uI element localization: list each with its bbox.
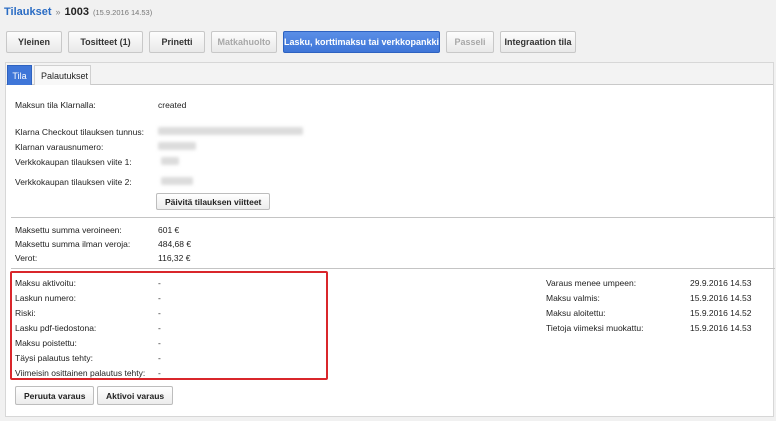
subtab-tila[interactable]: Tila — [7, 65, 32, 85]
klarna-status-label: Maksun tila Klarnalla: — [15, 100, 96, 110]
reservation-number-redacted — [158, 142, 196, 150]
content-panel: Tila Palautukset Maksun tila Klarnalla: … — [5, 62, 775, 417]
payment-ready-value: 15.9.2016 14.53 — [690, 293, 752, 303]
reservation-number-label: Klarnan varausnumero: — [15, 142, 104, 152]
risk-label: Riski: — [15, 308, 36, 318]
activate-reservation-button[interactable]: Aktivoi varaus — [97, 386, 174, 405]
payment-ready-label: Maksu valmis: — [546, 293, 600, 303]
checkout-id-label: Klarna Checkout tilauksen tunnus: — [15, 127, 144, 137]
full-refund-label: Täysi palautus tehty: — [15, 353, 93, 363]
tab-yleinen[interactable]: Yleinen — [6, 31, 62, 53]
divider-2 — [11, 268, 775, 269]
order-number: 1003 — [64, 6, 89, 18]
tab-passeli[interactable]: Passeli — [446, 31, 494, 53]
page-header: Tilaukset » 1003 (15.9.2016 14.53) — [4, 6, 152, 20]
divider-1 — [11, 217, 775, 218]
checkout-id-redacted — [158, 127, 303, 135]
invoice-pdf-value: - — [158, 323, 161, 333]
tax-value: 116,32 € — [158, 253, 191, 263]
payment-started-value: 15.9.2016 14.52 — [690, 308, 752, 318]
tab-prinetti[interactable]: Prinetti — [149, 31, 205, 53]
paid-with-tax-label: Maksettu summa veroineen: — [15, 225, 122, 235]
risk-value: - — [158, 308, 161, 318]
store-reference-1-label: Verkkokaupan tilauksen viite 1: — [15, 157, 132, 167]
payment-removed-value: - — [158, 338, 161, 348]
tab-tositteet[interactable]: Tositteet (1) — [68, 31, 143, 53]
klarna-status-value: created — [158, 100, 187, 110]
last-modified-label: Tietoja viimeksi muokattu: — [546, 323, 644, 333]
partial-refund-value: - — [158, 368, 161, 378]
top-tab-bar: Yleinen Tositteet (1) Prinetti Matkahuol… — [6, 31, 582, 53]
paid-without-tax-value: 484,68 € — [158, 239, 192, 249]
invoice-number-label: Laskun numero: — [15, 293, 76, 303]
last-modified-value: 15.9.2016 14.53 — [690, 323, 752, 333]
store-reference-2-label: Verkkokaupan tilauksen viite 2: — [15, 177, 132, 187]
cancel-reservation-button[interactable]: Peruuta varaus — [15, 386, 95, 405]
reservation-expires-value: 29.9.2016 14.53 — [690, 278, 752, 288]
tab-matkahuolto[interactable]: Matkahuolto — [211, 31, 277, 53]
tab-integraation-tila[interactable]: Integraation tila — [500, 31, 576, 53]
tax-label: Verot: — [15, 253, 38, 263]
invoice-pdf-label: Lasku pdf-tiedostona: — [15, 323, 97, 333]
payment-activated-value: - — [158, 278, 161, 288]
payment-activated-label: Maksu aktivoitu: — [15, 278, 76, 288]
subtab-palautukset[interactable]: Palautukset — [34, 65, 91, 85]
breadcrumb-orders-link[interactable]: Tilaukset — [4, 6, 52, 18]
tab-lasku-korttimaksu-verkkopankki[interactable]: Lasku, korttimaksu tai verkkopankki — [283, 31, 440, 53]
order-date: (15.9.2016 14.53) — [93, 8, 153, 17]
full-refund-value: - — [158, 353, 161, 363]
sub-tab-bar: Tila Palautukset — [6, 63, 773, 85]
store-reference-1-redacted — [161, 157, 179, 165]
partial-refund-label: Viimeisin osittainen palautus tehty: — [15, 368, 146, 378]
paid-without-tax-label: Maksettu summa ilman veroja: — [15, 239, 131, 249]
breadcrumb-separator: » — [55, 7, 61, 17]
payment-started-label: Maksu aloitettu: — [546, 308, 606, 318]
reservation-expires-label: Varaus menee umpeen: — [546, 278, 637, 288]
paid-with-tax-value: 601 € — [158, 225, 180, 235]
update-references-button[interactable]: Päivitä tilauksen viitteet — [156, 193, 271, 210]
invoice-number-value: - — [158, 293, 161, 303]
payment-removed-label: Maksu poistettu: — [15, 338, 77, 348]
store-reference-2-redacted — [161, 177, 193, 185]
